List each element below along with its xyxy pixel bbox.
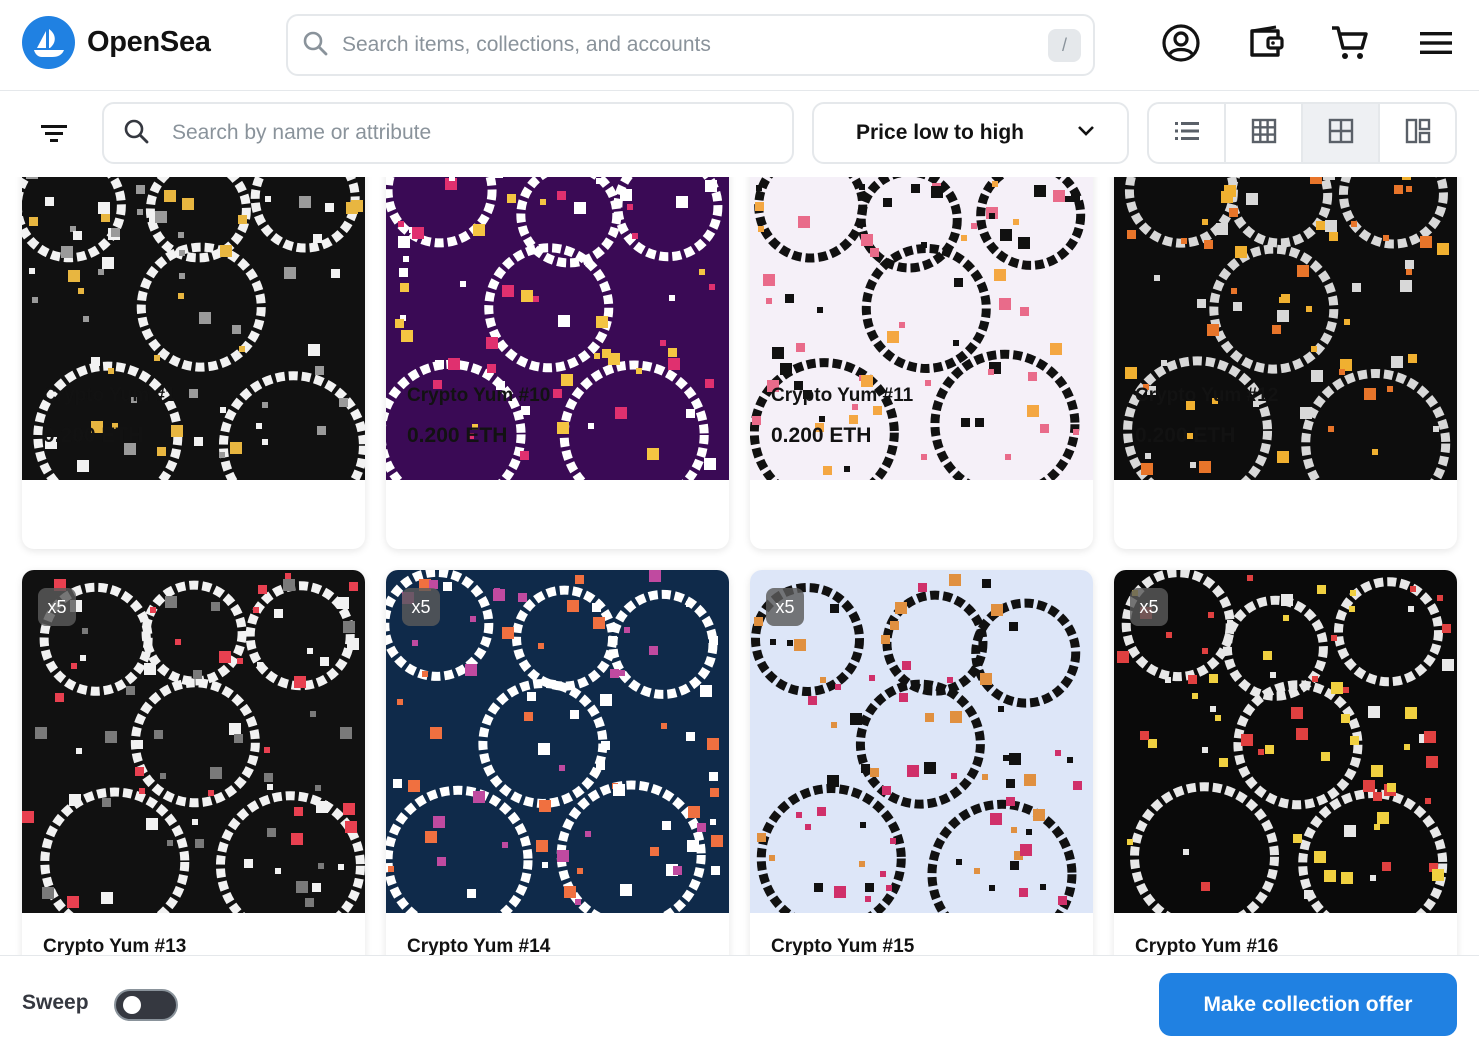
quantity-badge: x5	[766, 588, 804, 626]
top-navigation: OpenSea Search items, collections, and a…	[0, 0, 1479, 91]
global-search-input[interactable]: Search items, collections, and accounts …	[286, 14, 1095, 76]
large-grid-view-button[interactable]	[1380, 104, 1455, 162]
toggle-knob	[123, 996, 141, 1014]
item-price: 0.200 ETH	[43, 424, 144, 447]
dense-grid-view-button[interactable]	[1226, 104, 1303, 162]
quantity-badge: x5	[1130, 588, 1168, 626]
item-price: 0.200 ETH	[771, 424, 872, 447]
item-name: Crypto Yum #14	[407, 936, 551, 955]
filter-icon	[40, 122, 68, 149]
item-card[interactable]: Crypto Yum #11 0.200 ETH	[750, 177, 1093, 549]
item-card[interactable]: x5 Crypto Yum #16	[1114, 570, 1457, 955]
list-view-icon	[1174, 120, 1200, 147]
item-price: 0.200 ETH	[1135, 424, 1236, 447]
item-card[interactable]: x5 Crypto Yum #14	[386, 570, 729, 955]
bottom-action-bar: Sweep Make collection offer	[0, 955, 1479, 1052]
item-name: Crypto Yum #16	[1135, 936, 1279, 955]
brand-name: OpenSea	[87, 26, 211, 58]
account-icon[interactable]	[1160, 22, 1202, 64]
item-name: Crypto Yum #13	[43, 936, 187, 955]
filter-toggle-button[interactable]	[33, 114, 75, 156]
quantity-badge: x5	[38, 588, 76, 626]
cart-icon[interactable]	[1329, 22, 1371, 64]
list-view-button[interactable]	[1149, 104, 1226, 162]
wallet-icon[interactable]	[1246, 22, 1288, 64]
sweep-toggle[interactable]	[114, 989, 178, 1021]
item-name: Crypto Yum #12	[1135, 385, 1279, 406]
view-mode-toggle	[1147, 102, 1457, 164]
brand-logo[interactable]: OpenSea	[22, 16, 211, 69]
large-grid-view-icon	[1405, 118, 1431, 149]
sweep-label: Sweep	[22, 991, 89, 1014]
sort-selected-label: Price low to high	[856, 121, 1025, 144]
search-shortcut-key: /	[1048, 28, 1081, 62]
item-card[interactable]: Crypto Yum #10 0.200 ETH	[386, 177, 729, 549]
collection-toolbar: Search by name or attribute Price low to…	[0, 91, 1479, 177]
search-icon	[122, 117, 150, 150]
make-collection-offer-button[interactable]: Make collection offer	[1159, 973, 1457, 1036]
item-card[interactable]: Crypto Yum #12 0.200 ETH	[1114, 177, 1457, 549]
item-grid: Crypto Yum #1 0.200 ETH Crypto Yum #10 0…	[0, 177, 1479, 955]
item-name: Crypto Yum #11	[771, 385, 914, 406]
sort-dropdown[interactable]: Price low to high	[812, 102, 1129, 164]
attribute-search-placeholder: Search by name or attribute	[172, 121, 432, 144]
grid-view-icon	[1328, 118, 1354, 149]
search-icon	[302, 30, 328, 61]
chevron-down-icon	[1077, 124, 1095, 142]
item-card[interactable]: x5 Crypto Yum #15	[750, 570, 1093, 955]
item-name: Crypto Yum #10	[407, 385, 551, 406]
item-name: Crypto Yum #15	[771, 936, 915, 955]
item-price: 0.200 ETH	[407, 424, 508, 447]
item-card[interactable]: Crypto Yum #1 0.200 ETH	[22, 177, 365, 549]
item-card[interactable]: x5 Crypto Yum #13	[22, 570, 365, 955]
dense-grid-view-icon	[1251, 118, 1277, 149]
grid-view-button[interactable]	[1303, 104, 1380, 162]
quantity-badge: x5	[402, 588, 440, 626]
attribute-search-input[interactable]: Search by name or attribute	[102, 102, 794, 164]
logo-icon	[22, 16, 75, 69]
item-name: Crypto Yum #1	[43, 385, 176, 406]
menu-icon[interactable]	[1415, 22, 1457, 64]
global-search-placeholder: Search items, collections, and accounts	[342, 33, 711, 56]
